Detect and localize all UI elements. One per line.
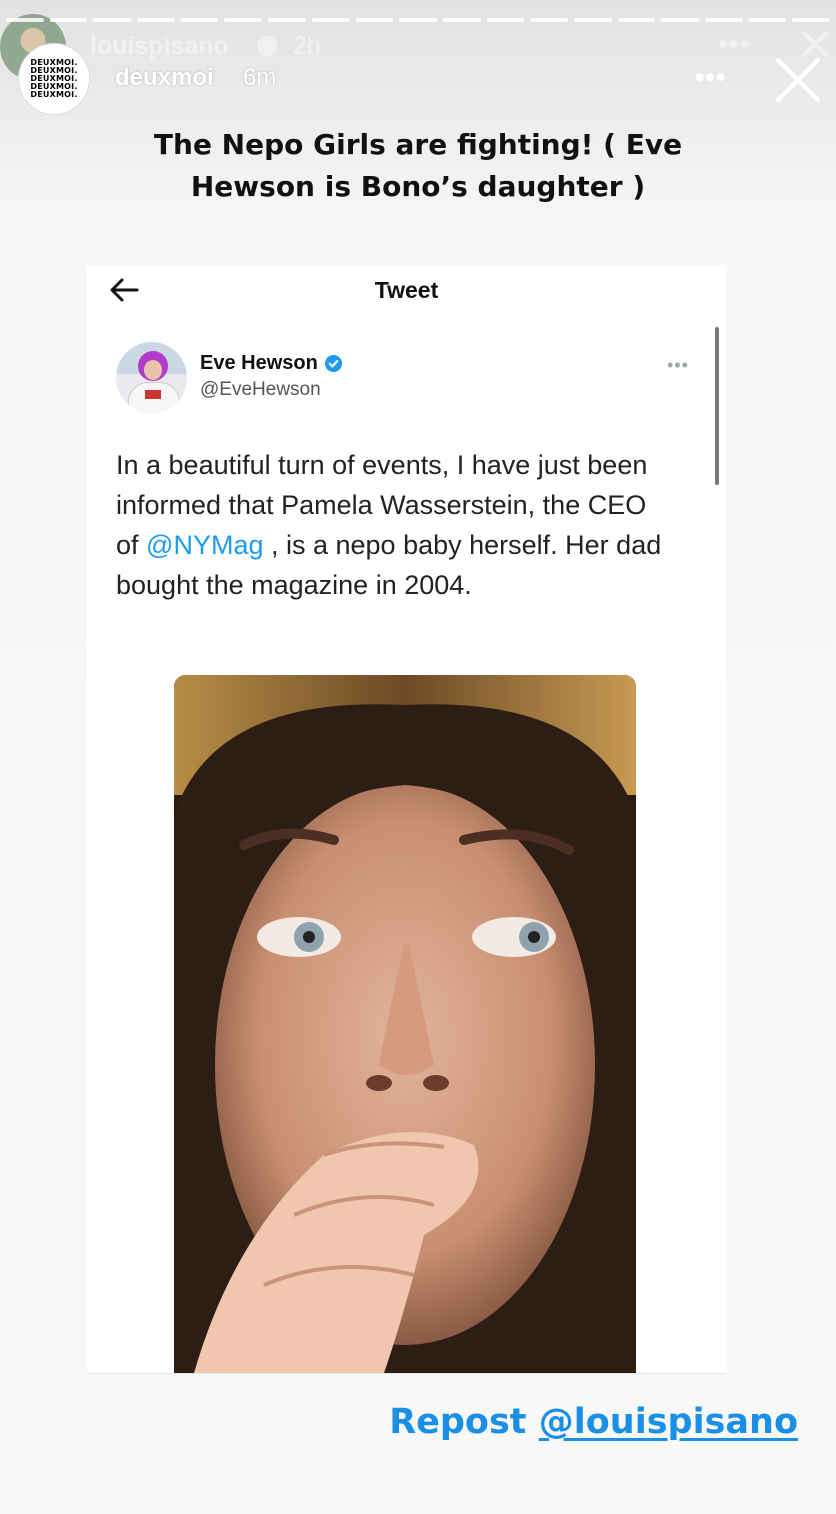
tweet-author-row: Eve Hewson xyxy=(200,352,343,375)
progress-segment xyxy=(355,18,394,22)
verified-badge-icon xyxy=(324,354,342,373)
tweet-text: In a beautiful turn of events, I have ju… xyxy=(116,445,676,605)
progress-segment xyxy=(792,18,831,22)
avatar-text-line: DEUXMOI. xyxy=(30,90,78,99)
background-more-icon: ••• xyxy=(718,28,751,59)
progress-segment xyxy=(486,18,525,22)
repost-handle-link[interactable]: @louispisano xyxy=(539,1402,798,1442)
progress-segment xyxy=(268,18,306,22)
progress-segment xyxy=(6,18,44,22)
tweet-author-avatar xyxy=(116,342,187,413)
progress-segment xyxy=(442,18,481,22)
tweet-more-icon: ••• xyxy=(667,355,689,375)
tweet-screen-title: Tweet xyxy=(374,277,439,303)
progress-segment xyxy=(180,18,219,22)
scrollbar xyxy=(715,327,719,485)
story-progress-bar xyxy=(6,18,831,22)
tweet-author-handle: @EveHewson xyxy=(200,379,321,400)
background-verified-icon xyxy=(257,36,277,56)
story-avatar[interactable]: DEUXMOI. DEUXMOI. DEUXMOI. DEUXMOI. DEUX… xyxy=(18,43,90,115)
progress-segment xyxy=(224,18,263,22)
story-username[interactable]: deuxmoi xyxy=(115,64,214,92)
selfie-illustration xyxy=(174,675,636,1373)
progress-segment xyxy=(399,18,437,22)
progress-segment xyxy=(93,18,132,22)
background-story-time: 2h xyxy=(293,32,321,60)
tweet-photo xyxy=(174,675,636,1373)
progress-segment xyxy=(311,18,350,22)
tweet-mention-link: @NYMag xyxy=(146,530,264,560)
story-caption: The Nepo Girls are fighting! ( Eve Hewso… xyxy=(153,128,683,203)
progress-segment xyxy=(530,18,568,22)
progress-segment xyxy=(617,18,656,22)
tweet-screenshot: Tweet Eve Hewson @EveHewson ••• In a bea… xyxy=(87,265,726,1373)
card-divider xyxy=(87,1373,726,1374)
progress-segment xyxy=(573,18,612,22)
background-story-username: louispisano xyxy=(90,32,229,60)
more-options-icon[interactable]: ••• xyxy=(690,62,730,94)
progress-segment xyxy=(705,18,743,22)
progress-segment xyxy=(137,18,175,22)
progress-segment xyxy=(661,18,699,22)
repost-credit[interactable]: Repost @louispisano xyxy=(389,1402,798,1442)
close-icon[interactable] xyxy=(770,52,826,108)
repost-label: Repost xyxy=(389,1402,539,1442)
progress-segment xyxy=(49,18,88,22)
progress-segment xyxy=(748,18,787,22)
story-view: louispisano 2h ••• ✕ DEUXMOI. DEUXMOI. D… xyxy=(0,0,836,1514)
tweet-author-name: Eve Hewson xyxy=(200,352,318,374)
story-timestamp: 6m xyxy=(243,64,277,91)
